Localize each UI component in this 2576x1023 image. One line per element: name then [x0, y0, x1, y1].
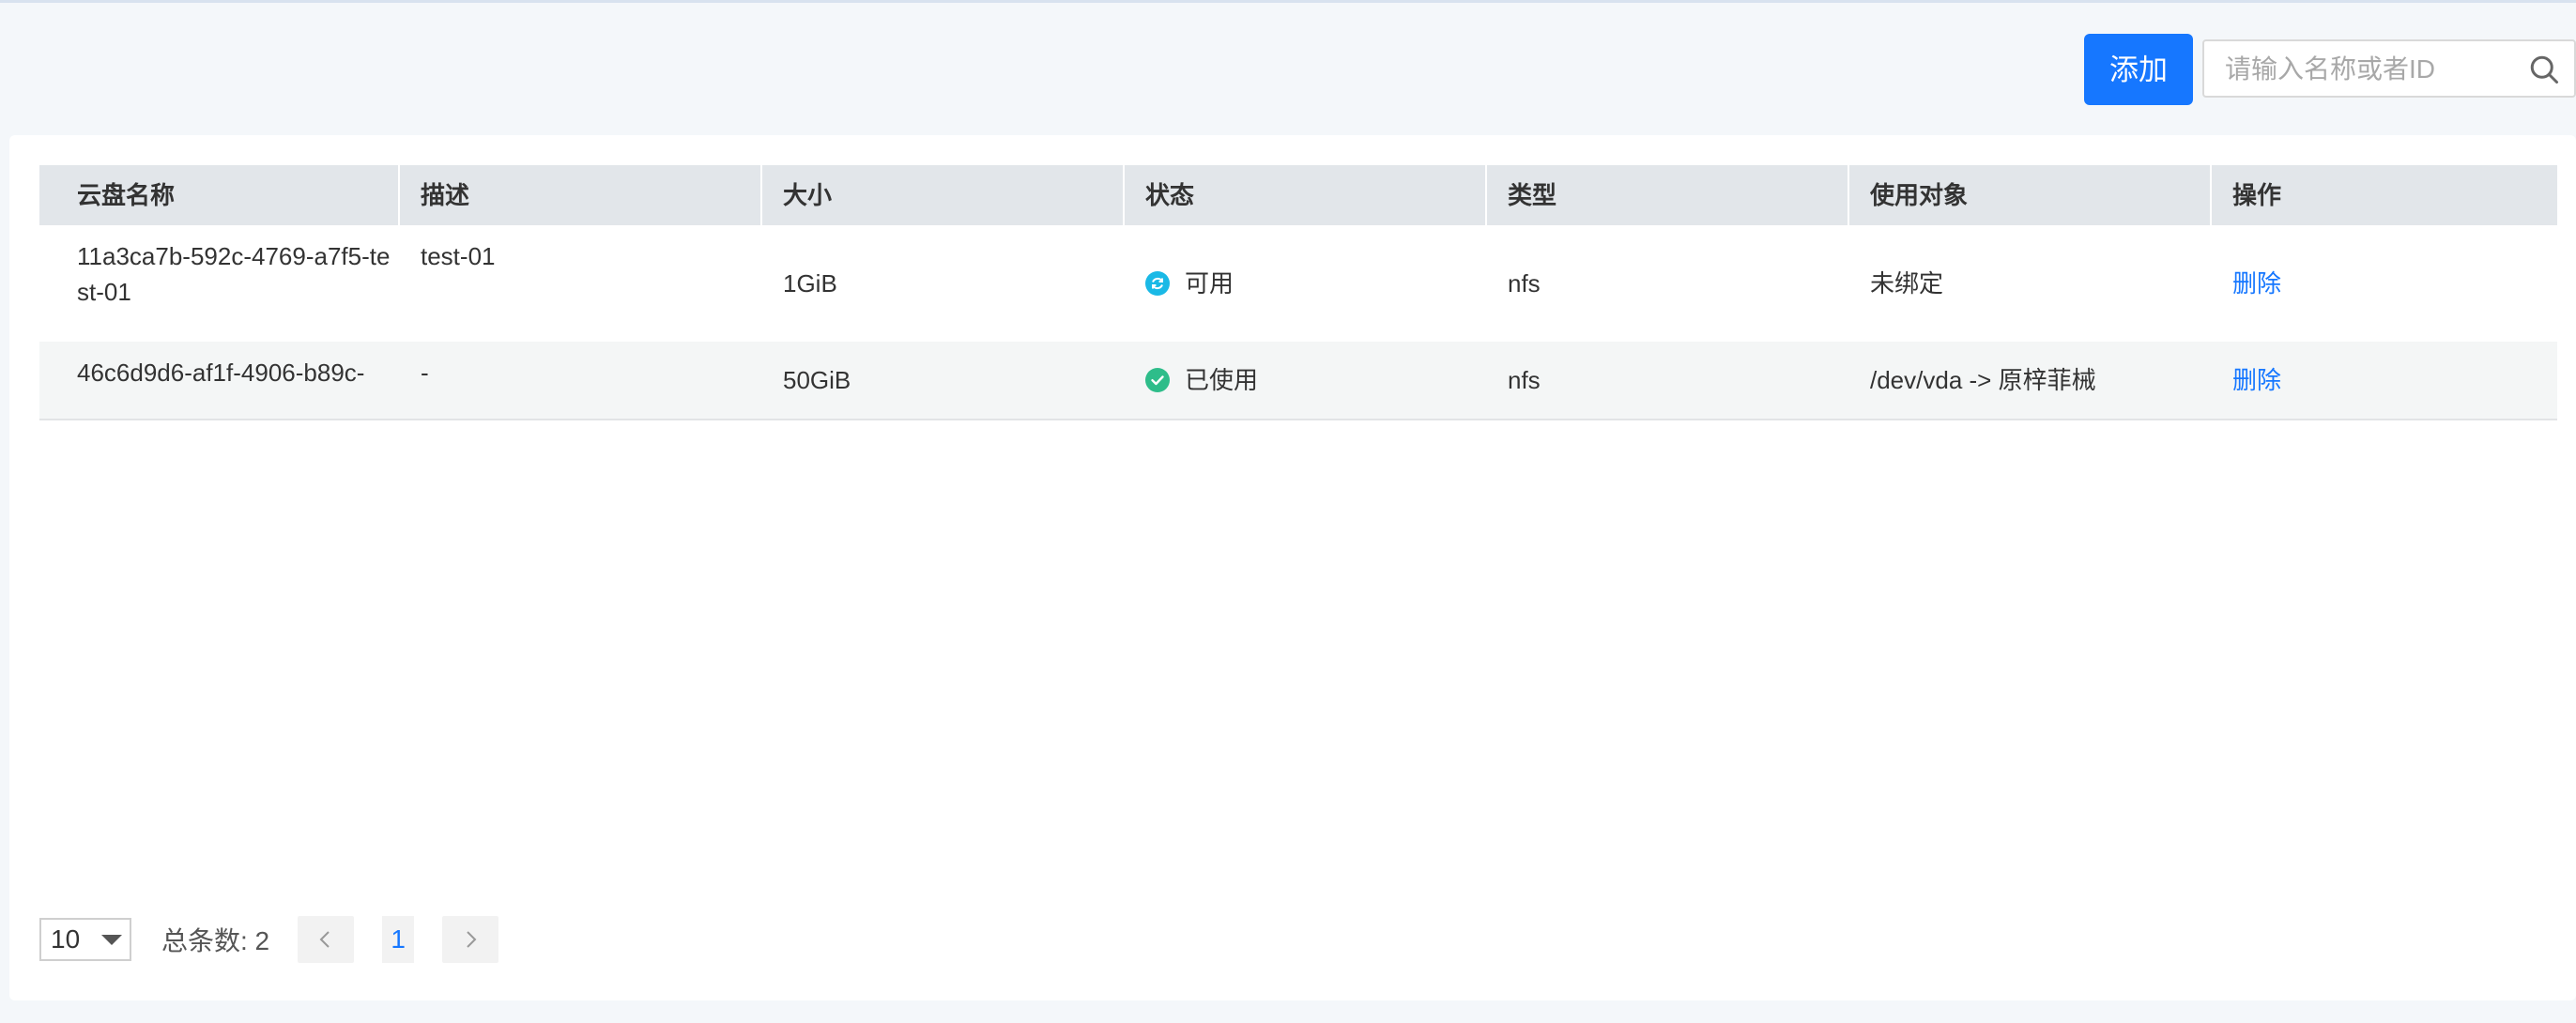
prev-page-button[interactable] — [298, 916, 355, 963]
table-header: 云盘名称 描述 大小 状态 类型 使用对象 操作 — [39, 165, 2557, 225]
available-icon — [1145, 271, 1170, 296]
in-use-check-icon — [1145, 368, 1170, 392]
page-number-current[interactable]: 1 — [382, 916, 415, 963]
type-cell: nfs — [1508, 366, 1541, 394]
pagination: 10 总条数: 2 1 — [39, 916, 499, 963]
description-cell: test-01 — [421, 242, 496, 270]
total-count: 总条数: 2 — [161, 926, 270, 955]
actions-cell: 删除 — [2212, 362, 2557, 398]
status-text: 已使用 — [1185, 366, 1259, 394]
status-badge: 已使用 — [1145, 362, 1487, 398]
column-header-size: 大小 — [762, 165, 1125, 225]
column-header-target: 使用对象 — [1849, 165, 2212, 225]
disk-name-cell: 11a3ca7b-592c-4769-a7f5-test-01 — [39, 225, 400, 310]
actions-cell: 删除 — [2212, 266, 2557, 301]
column-header-type: 类型 — [1487, 165, 1849, 225]
description-cell: - — [421, 359, 429, 387]
status-text: 可用 — [1185, 269, 1234, 298]
column-header-status: 状态 — [1125, 165, 1487, 225]
delete-link[interactable]: 删除 — [2232, 269, 2281, 298]
chevron-down-icon — [101, 935, 122, 945]
size-cell: 50GiB — [783, 366, 851, 394]
table-row[interactable]: 46c6d9d6-af1f-4906-b89c- - 50GiB 已使用 nfs… — [39, 342, 2557, 420]
page-size-value: 10 — [51, 924, 81, 954]
status-badge: 可用 — [1145, 266, 1487, 301]
toolbar: 添加 — [0, 0, 2576, 131]
status-cell: 可用 — [1125, 266, 1487, 301]
disk-name: 46c6d9d6-af1f-4906-b89c- — [77, 359, 365, 387]
target-cell: /dev/vda -> 原梓菲械 — [1870, 366, 2096, 394]
target-cell: 未绑定 — [1870, 269, 1944, 298]
column-header-name: 云盘名称 — [39, 165, 400, 225]
status-cell: 已使用 — [1125, 362, 1487, 398]
delete-link[interactable]: 删除 — [2232, 366, 2281, 394]
size-cell: 1GiB — [783, 269, 837, 298]
disk-table: 云盘名称 描述 大小 状态 类型 使用对象 操作 11a3ca7b-592c-4… — [39, 165, 2557, 420]
page-size-select[interactable]: 10 — [39, 918, 131, 961]
disk-name-cell: 46c6d9d6-af1f-4906-b89c- — [39, 342, 400, 390]
disk-name: 11a3ca7b-592c-4769-a7f5-test-01 — [77, 242, 391, 306]
search-input[interactable] — [2223, 41, 2508, 98]
search-box[interactable] — [2202, 39, 2576, 98]
table-row[interactable]: 11a3ca7b-592c-4769-a7f5-test-01 test-01 … — [39, 225, 2557, 342]
next-page-button[interactable] — [442, 916, 499, 963]
disk-list-card: 云盘名称 描述 大小 状态 类型 使用对象 操作 11a3ca7b-592c-4… — [9, 135, 2576, 1000]
chevron-left-icon — [319, 931, 330, 948]
column-header-description: 描述 — [400, 165, 762, 225]
column-header-actions: 操作 — [2232, 181, 2282, 209]
search-icon[interactable] — [2527, 53, 2561, 86]
add-button[interactable]: 添加 — [2084, 34, 2193, 105]
chevron-right-icon — [467, 931, 477, 948]
type-cell: nfs — [1508, 269, 1541, 298]
